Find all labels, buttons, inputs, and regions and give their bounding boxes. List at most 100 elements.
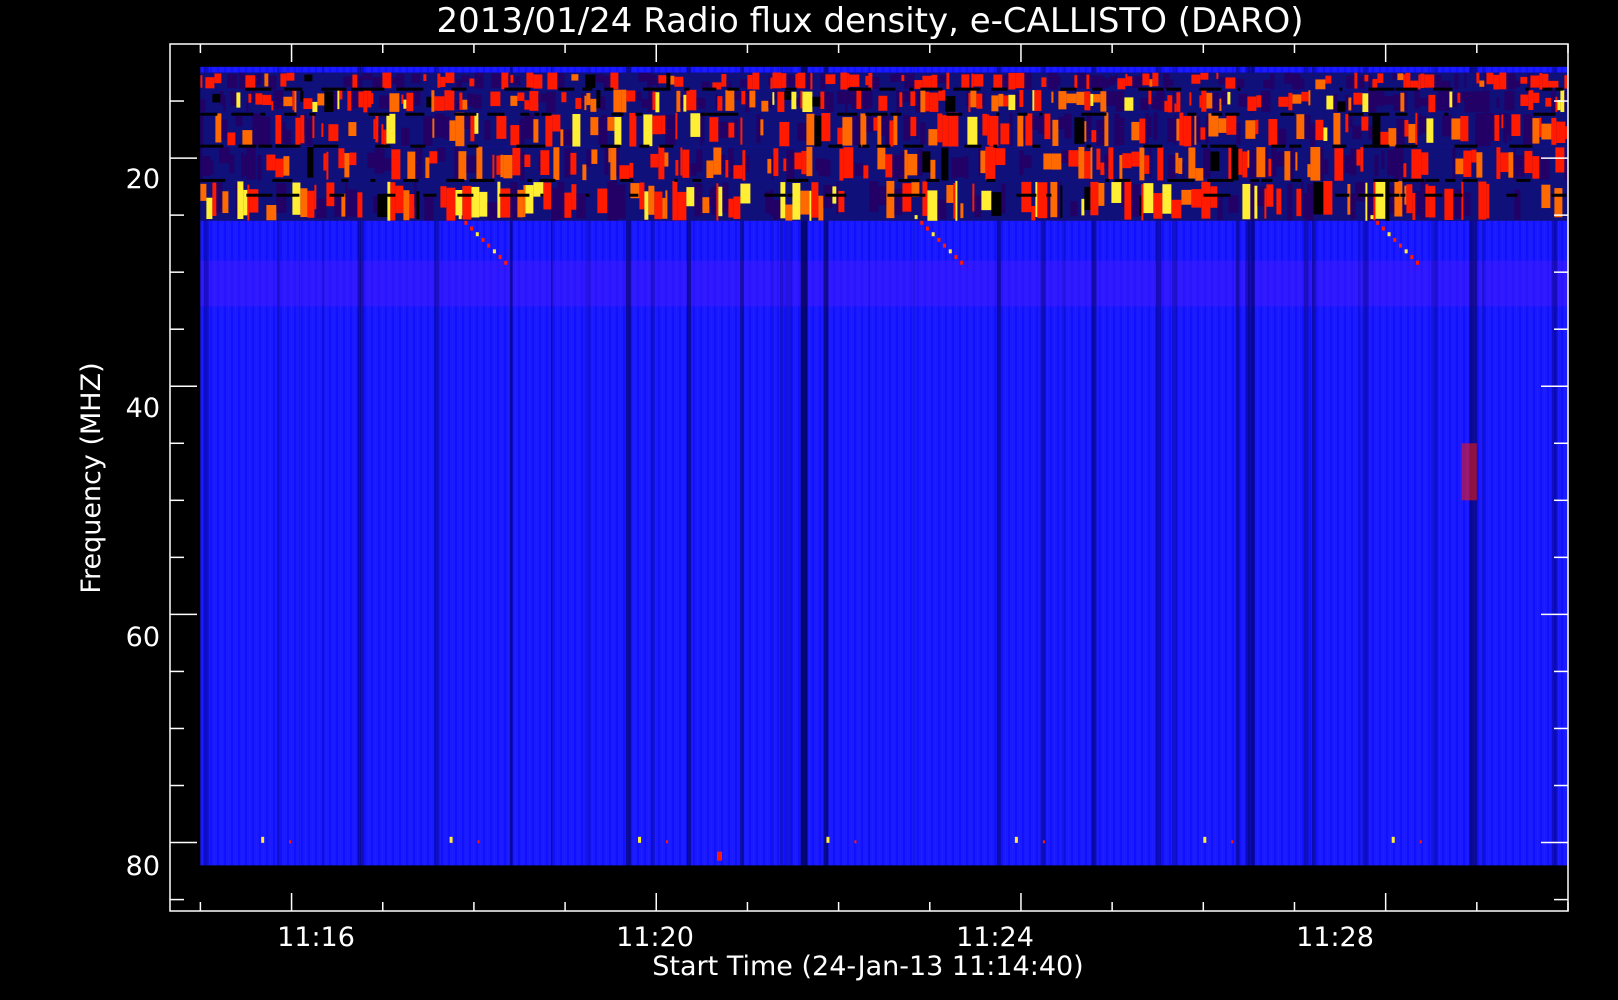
band-cell <box>1415 191 1421 216</box>
band-cell <box>658 75 667 84</box>
band-cell <box>1124 181 1132 220</box>
band-cell <box>652 91 656 110</box>
band-cell <box>930 159 936 180</box>
band-cell <box>1457 92 1461 103</box>
band-cell <box>1153 193 1163 219</box>
band-cell <box>1098 182 1105 206</box>
band-cell <box>915 90 921 113</box>
band-cell <box>1287 183 1293 221</box>
band-cell <box>512 147 521 176</box>
band-cell <box>432 118 435 138</box>
band-cell <box>1296 188 1302 217</box>
band-cell <box>423 116 433 146</box>
band-gap <box>1081 112 1107 116</box>
band-cell <box>607 116 615 131</box>
band-cell <box>686 89 697 111</box>
band-cell <box>734 119 738 139</box>
drift-burst-point <box>1404 249 1408 254</box>
band-cell <box>1032 115 1039 130</box>
band-cell <box>222 191 229 214</box>
band-cell <box>865 75 869 86</box>
band-cell <box>635 91 642 101</box>
band-cell <box>772 72 782 89</box>
band-cell <box>384 158 392 171</box>
band-gap <box>1060 87 1077 91</box>
band-cell <box>503 155 513 179</box>
band-cell <box>820 91 825 109</box>
band-cell <box>1125 73 1128 87</box>
band-cell <box>557 73 565 90</box>
band-cell <box>581 93 585 110</box>
band-cell <box>1388 128 1397 147</box>
band-cell <box>474 113 479 134</box>
band-cell <box>519 118 525 144</box>
drift-burst-point <box>1387 232 1391 237</box>
band-cell <box>1227 91 1231 105</box>
band-gap <box>454 112 469 116</box>
band-cell <box>1313 181 1324 215</box>
band-cell <box>901 75 905 82</box>
band-cell <box>597 188 608 214</box>
band-cell <box>1501 114 1504 129</box>
band-gap <box>351 87 375 91</box>
band-cell <box>1464 91 1475 113</box>
band-cell <box>899 92 903 107</box>
band-cell <box>1191 74 1201 84</box>
band-cell <box>644 191 649 220</box>
band-cell <box>294 90 297 113</box>
band-cell <box>866 113 874 133</box>
band-gap <box>879 87 896 91</box>
band-gap <box>1348 112 1364 116</box>
band-cell <box>406 92 414 112</box>
band-cell <box>396 73 405 90</box>
band-cell <box>1037 182 1048 219</box>
band-cell <box>872 77 880 89</box>
band-gap <box>993 144 998 148</box>
band-cell <box>572 113 581 147</box>
band-cell <box>1226 113 1237 135</box>
band-cell <box>1268 158 1272 177</box>
band-cell <box>206 197 213 220</box>
band-cell <box>925 91 930 112</box>
band-cell <box>709 188 712 207</box>
band-gap <box>284 112 297 116</box>
band-cell <box>1434 74 1442 89</box>
band-cell <box>1362 93 1369 113</box>
band-cell <box>1205 116 1209 144</box>
x-tick-label-1: 11:16 <box>277 922 355 953</box>
band-cell <box>851 90 857 109</box>
band-cell <box>262 94 272 106</box>
band-cell <box>868 90 873 109</box>
band-cell <box>461 75 470 83</box>
band-cell <box>1084 151 1091 179</box>
band-cell <box>1145 113 1149 146</box>
band-cell <box>487 202 498 220</box>
band-cell <box>1235 78 1245 88</box>
band-cell <box>1551 117 1557 145</box>
drift-burst-point <box>914 215 918 220</box>
band-cell <box>552 114 561 132</box>
band-cell <box>500 154 504 178</box>
band-cell <box>890 74 897 82</box>
band-gap <box>467 144 479 148</box>
band-gap <box>1462 178 1478 182</box>
band-cell <box>292 90 295 111</box>
band-cell <box>825 159 831 177</box>
band-cell <box>1176 118 1180 141</box>
band-gap <box>582 87 593 91</box>
band-cell <box>1437 91 1445 111</box>
band-cell <box>590 117 599 136</box>
band-cell <box>920 89 926 113</box>
band-cell <box>403 190 410 221</box>
band-cell <box>814 115 822 147</box>
band-cell <box>1352 125 1362 139</box>
band-cell <box>1096 119 1105 146</box>
band-gap <box>909 87 914 91</box>
band-cell <box>1421 152 1429 175</box>
band-gap <box>1143 144 1163 148</box>
band-gap <box>585 193 590 197</box>
band-cell <box>220 90 224 105</box>
band-gap <box>898 178 920 182</box>
band-cell <box>227 132 236 146</box>
drift-burst-point <box>498 255 502 260</box>
